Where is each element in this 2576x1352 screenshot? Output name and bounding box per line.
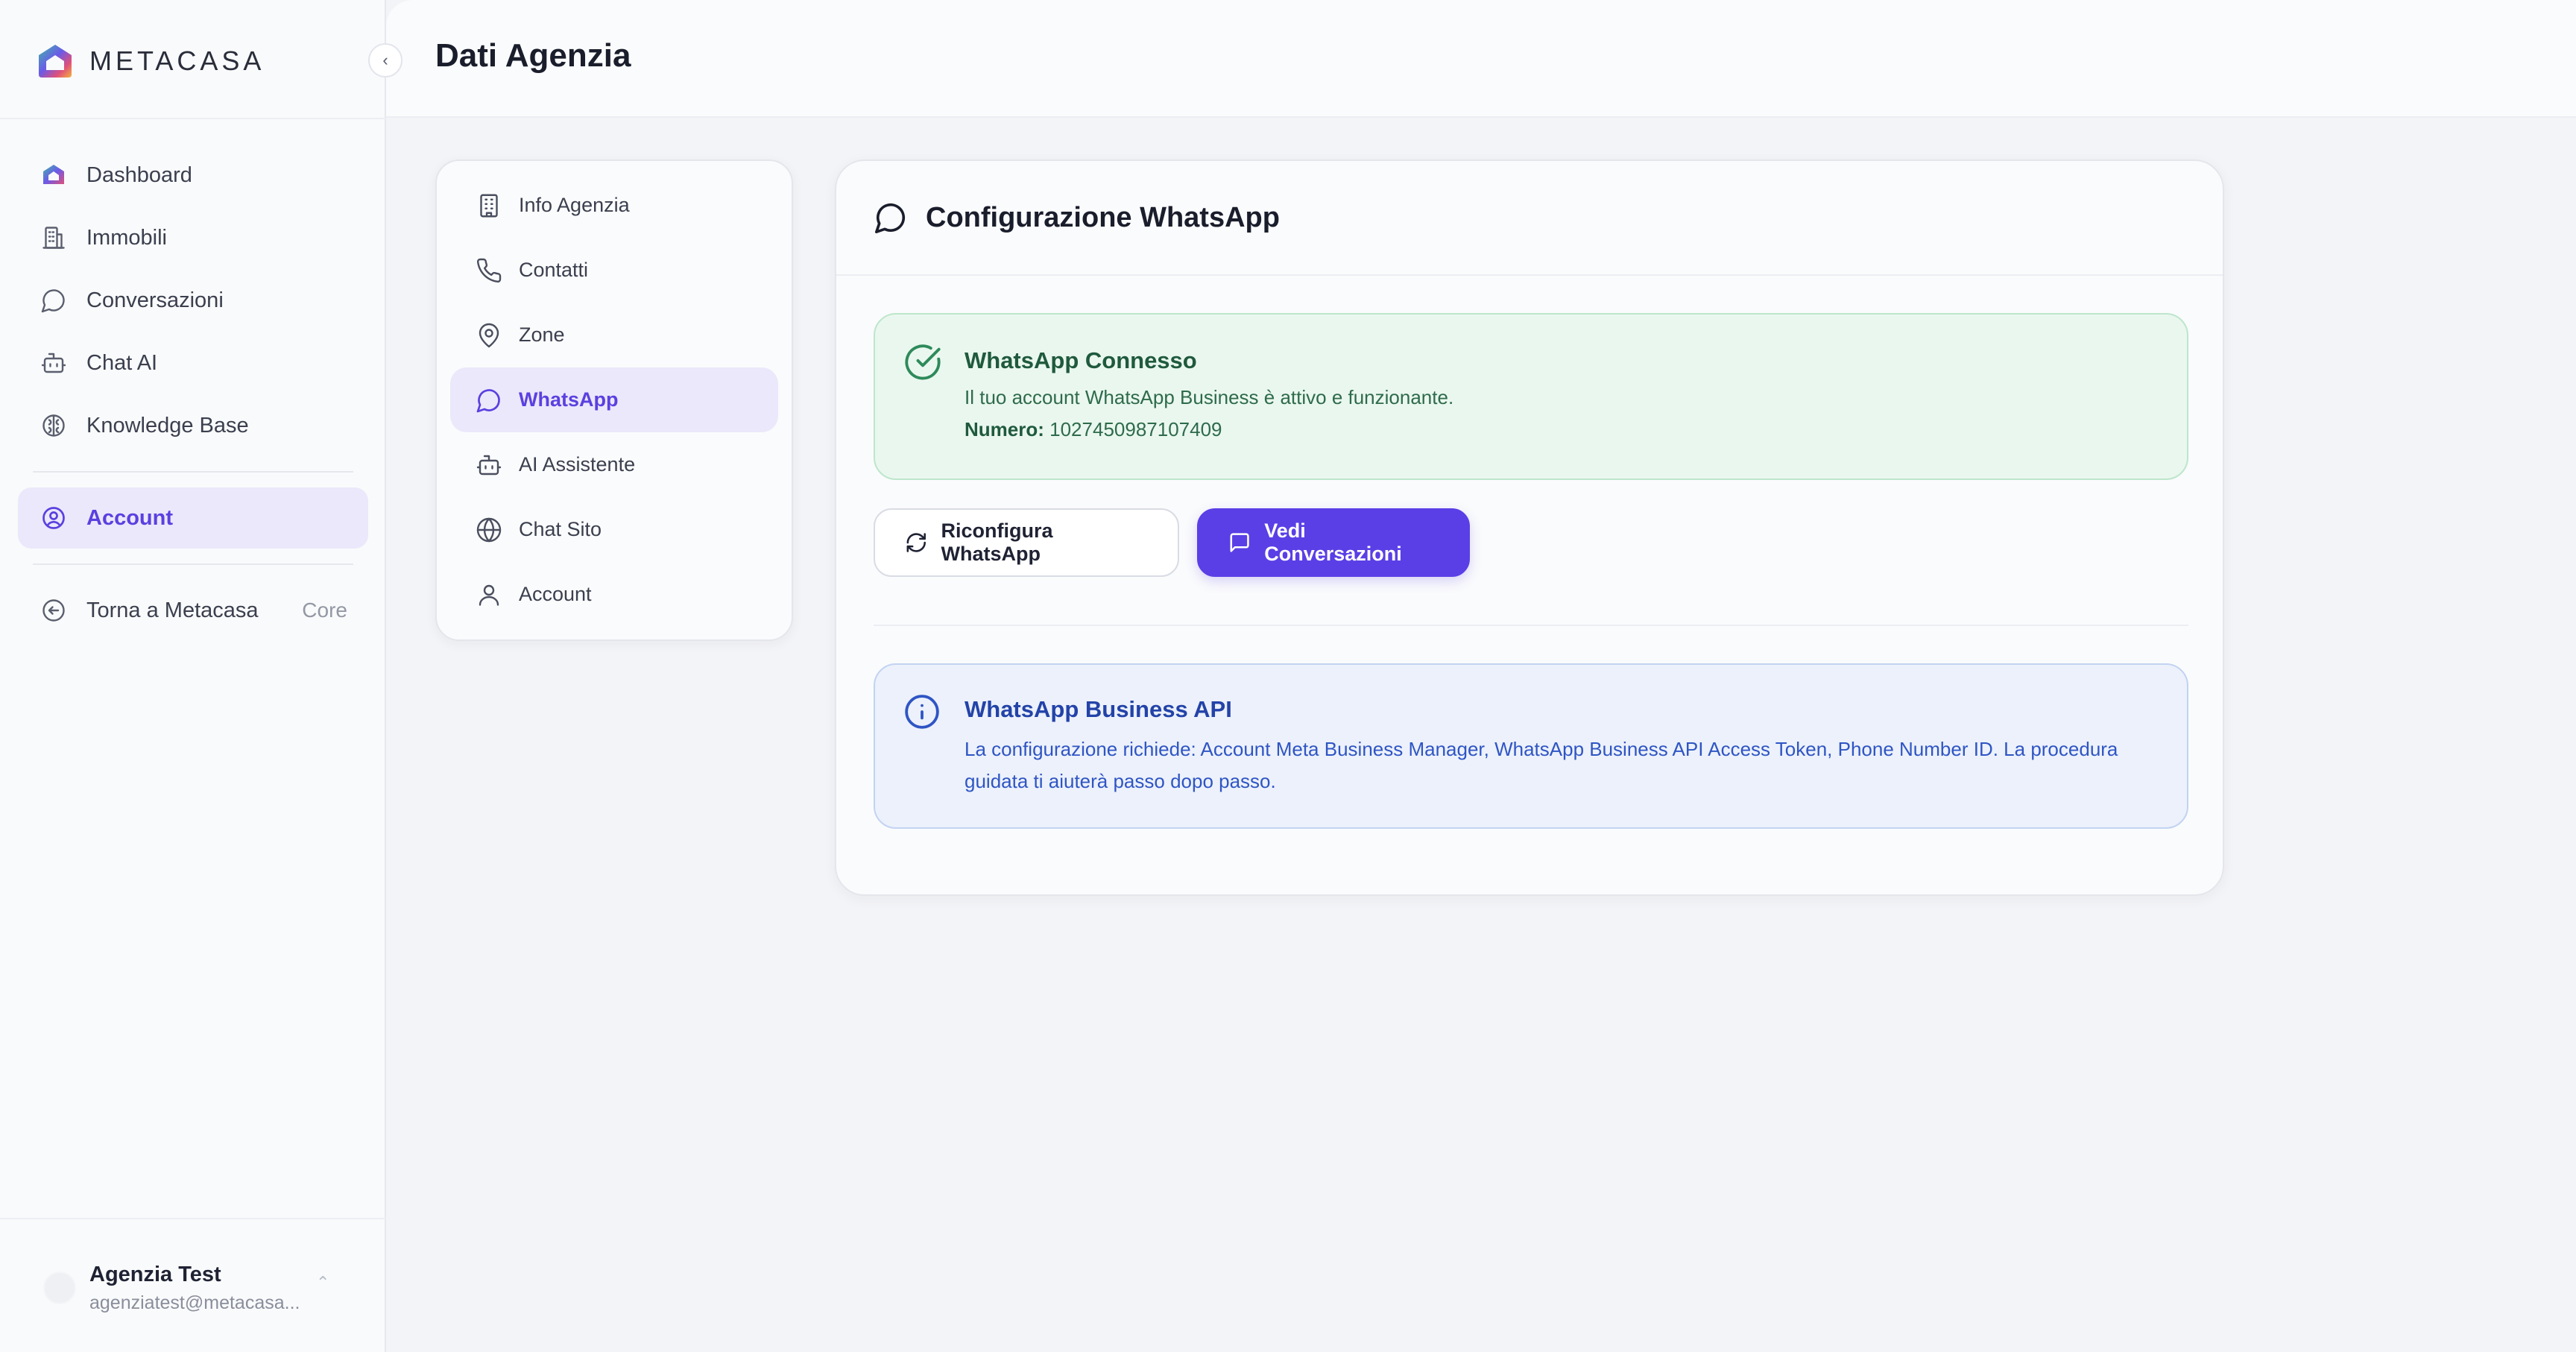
submenu-item-label: Zone	[519, 323, 565, 346]
arrow-left-circle-icon	[42, 599, 65, 622]
phone-number: Numero: 1027450987107409	[965, 418, 1222, 441]
status-description: Il tuo account WhatsApp Business è attiv…	[965, 386, 1454, 408]
brand[interactable]: METACASA	[36, 39, 265, 83]
sidebar-item-conversazioni[interactable]: Conversazioni	[18, 270, 368, 331]
phone-icon	[476, 258, 502, 282]
chevron-up-icon: ⌃	[316, 1273, 330, 1292]
info-icon	[905, 695, 939, 729]
card-title: Configurazione WhatsApp	[926, 201, 1280, 233]
card-header: Configurazione WhatsApp	[836, 161, 2223, 276]
button-label: Riconfigura WhatsApp	[941, 519, 1053, 565]
brain-icon	[42, 414, 65, 437]
sidebar-item-back[interactable]: Torna a Metacasa Core	[18, 580, 368, 641]
message-square-icon	[1230, 533, 1249, 552]
globe-icon	[476, 517, 502, 542]
sidebar-item-account[interactable]: Account	[18, 487, 368, 549]
phone-number-label: Numero:	[965, 418, 1044, 440]
building-icon	[42, 227, 65, 249]
map-pin-icon	[479, 323, 499, 347]
api-info-alert: WhatsApp Business API La configurazione …	[874, 663, 2188, 829]
chat-bubble-icon	[41, 289, 65, 313]
info-title: WhatsApp Business API	[965, 696, 1232, 722]
user-circle-icon	[42, 507, 65, 529]
connection-status-alert: WhatsApp Connesso Il tuo account WhatsAp…	[874, 313, 2188, 480]
submenu-item-label: AI Assistente	[519, 453, 636, 476]
robot-icon	[41, 353, 66, 373]
divider	[0, 118, 386, 119]
page-title: Dati Agenzia	[435, 37, 631, 74]
sidebar: METACASA Dashboard Immobili Conversazion…	[0, 0, 386, 1352]
view-conversations-button[interactable]: Vedi Conversazioni	[1197, 508, 1470, 577]
sidebar-item-label: Immobili	[86, 225, 167, 250]
info-description: La configurazione richiede: Account Meta…	[965, 738, 2118, 792]
avatar	[43, 1272, 76, 1304]
sidebar-nav: Dashboard Immobili Conversazioni Chat AI…	[18, 145, 368, 642]
check-circle-icon	[905, 344, 941, 380]
submenu-item-label: Contatti	[519, 259, 589, 281]
user-name: Agenzia Test	[89, 1263, 221, 1286]
sidebar-item-knowledge-base[interactable]: Knowledge Base	[18, 395, 368, 456]
robot-icon	[476, 455, 502, 475]
reconfigure-whatsapp-button[interactable]: Riconfigura WhatsApp	[874, 508, 1179, 577]
divider	[33, 563, 353, 565]
core-badge: Core	[302, 598, 347, 622]
collapse-sidebar-button[interactable]: ‹	[368, 43, 402, 78]
building-icon	[480, 194, 498, 217]
submenu-item-label: Account	[519, 583, 592, 605]
button-label: Vedi Conversazioni	[1264, 519, 1402, 565]
brand-name: METACASA	[89, 45, 265, 76]
phone-number-value: 1027450987107409	[1049, 418, 1222, 440]
divider	[874, 625, 2188, 626]
sidebar-item-label: Dashboard	[86, 162, 192, 187]
settings-submenu: Info Agenzia Contatti Zone WhatsApp AI A…	[435, 159, 793, 641]
user-menu[interactable]: Agenzia Test agenziatest@metacasa... ⌃	[0, 1218, 386, 1352]
chat-bubble-icon	[476, 388, 500, 412]
sidebar-item-label: Knowledge Base	[86, 413, 249, 437]
sidebar-item-immobili[interactable]: Immobili	[18, 207, 368, 268]
sidebar-item-label: Account	[86, 505, 173, 530]
metacasa-logo-icon	[39, 45, 72, 78]
status-title: WhatsApp Connesso	[965, 347, 1197, 373]
sidebar-item-label: Chat AI	[86, 350, 158, 375]
submenu-item-info-agenzia[interactable]: Info Agenzia	[450, 173, 778, 238]
submenu-item-chat-sito[interactable]: Chat Sito	[450, 497, 778, 562]
house-logo-icon	[43, 165, 64, 184]
submenu-item-account[interactable]: Account	[450, 562, 778, 627]
page-header: Dati Agenzia	[386, 0, 2576, 118]
submenu-item-zone[interactable]: Zone	[450, 303, 778, 367]
user-email: agenziatest@metacasa...	[89, 1292, 300, 1313]
chevron-left-icon: ‹	[382, 51, 388, 69]
submenu-item-contatti[interactable]: Contatti	[450, 238, 778, 303]
sidebar-item-chat-ai[interactable]: Chat AI	[18, 332, 368, 394]
submenu-item-label: Info Agenzia	[519, 194, 630, 216]
refresh-icon	[906, 533, 926, 552]
submenu-item-label: WhatsApp	[519, 388, 619, 411]
chat-bubble-icon	[875, 203, 906, 233]
whatsapp-config-card: Configurazione WhatsApp WhatsApp Conness…	[835, 159, 2224, 896]
sidebar-item-label: Torna a Metacasa	[86, 598, 259, 622]
sidebar-item-label: Conversazioni	[86, 288, 224, 312]
submenu-item-ai-assistente[interactable]: AI Assistente	[450, 432, 778, 497]
submenu-item-label: Chat Sito	[519, 518, 602, 540]
divider	[33, 471, 353, 473]
user-icon	[479, 584, 499, 606]
submenu-item-whatsapp[interactable]: WhatsApp	[450, 367, 778, 432]
sidebar-item-dashboard[interactable]: Dashboard	[18, 145, 368, 206]
